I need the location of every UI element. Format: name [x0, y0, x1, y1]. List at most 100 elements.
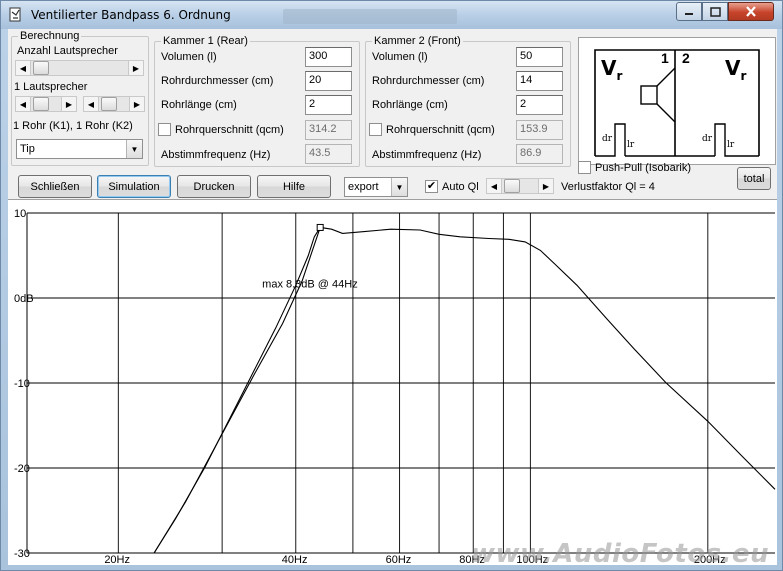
export-dropdown-value: export	[348, 181, 379, 193]
arrow-left-icon: ◀	[19, 99, 27, 109]
k1-rohrdurchmesser-label: Rohrdurchmesser (cm)	[161, 75, 274, 87]
k1-rohrlaenge-input[interactable]: 2	[305, 95, 352, 115]
scroll-right-button[interactable]: ▶	[61, 97, 76, 111]
peak-annotation: max 8.3dB @ 44Hz	[262, 278, 358, 290]
schliessen-button[interactable]: Schließen	[18, 175, 92, 198]
k2-abstimm-input[interactable]: 86.9	[516, 144, 563, 164]
frequency-response-chart: 10 0dB -10 -20 -30 20Hz 40Hz 60Hz 80Hz 100Hz 200Hz…	[8, 199, 777, 566]
rohr-k1-scrollbar[interactable]: ◀ ▶	[15, 96, 77, 112]
diagram-dr-right: dr	[702, 134, 713, 144]
arrow-left-icon: ◀	[490, 181, 498, 191]
chevron-down-icon: ▼	[130, 144, 139, 154]
k2-rohrlaenge-input[interactable]: 2	[516, 95, 563, 115]
scroll-thumb[interactable]	[504, 179, 520, 193]
diagram-chamber1-number: 1	[661, 50, 669, 66]
scroll-right-button[interactable]: ▶	[129, 97, 144, 111]
rohr-config-label: 1 Rohr (K1), 1 Rohr (K2)	[13, 120, 133, 132]
k2-rohrdurchmesser-input[interactable]: 14	[516, 71, 563, 91]
verlustfaktor-label: Verlustfaktor Ql = 4	[561, 181, 655, 193]
diagram-dr-left: dr	[602, 134, 613, 144]
k2-volumen-input[interactable]: 50	[516, 47, 563, 67]
x-tick-label: 40Hz	[282, 554, 308, 566]
arrow-left-icon: ◀	[87, 99, 95, 109]
chart-svg: 100dB-10-20-30 20Hz 40Hz 60Hz 80Hz 100Hz 200Hz…	[14, 208, 776, 566]
export-dropdown[interactable]: export ▼	[344, 177, 408, 197]
arrow-right-icon: ▶	[542, 181, 550, 191]
auto-ql-checkbox[interactable]: ✔	[425, 180, 438, 193]
ql-scrollbar[interactable]: ◀ ▶	[486, 178, 554, 194]
bandpass-diagram: Vr Vr 1 2 dr lr dr lr	[578, 37, 776, 165]
scroll-left-button[interactable]: ◀	[16, 61, 31, 75]
diagram-chamber2-number: 2	[682, 50, 690, 66]
y-tick-label: -20	[14, 463, 30, 475]
y-tick-label: 10	[14, 208, 26, 220]
lautsprecher-count-label: 1 Lautsprecher	[14, 81, 88, 93]
k2-abstimm-label: Abstimmfrequenz (Hz)	[372, 149, 482, 161]
x-tick-label: 20Hz	[104, 554, 130, 566]
k2-rohrquerschnitt-checkbox[interactable]	[369, 123, 382, 136]
tip-dropdown-value: Tip	[20, 143, 35, 155]
scroll-thumb[interactable]	[101, 97, 117, 111]
kammer1-legend: Kammer 1 (Rear)	[161, 35, 250, 47]
scroll-left-button[interactable]: ◀	[16, 97, 31, 111]
arrow-right-icon: ▶	[65, 99, 73, 109]
anzahl-lautsprecher-scrollbar[interactable]: ◀ ▶	[15, 60, 144, 76]
k1-rohrlaenge-label: Rohrlänge (cm)	[161, 99, 237, 111]
k1-rohrquerschnitt-input[interactable]: 314.2	[305, 120, 352, 140]
background-window-ghost	[283, 9, 457, 24]
berechnung-legend: Berechnung	[18, 30, 82, 42]
scroll-right-button[interactable]: ▶	[128, 61, 143, 75]
client-area: Berechnung Anzahl Lautsprecher ◀ ▶ 1 Lau…	[8, 29, 777, 566]
anzahl-lautsprecher-label: Anzahl Lautsprecher	[17, 45, 118, 57]
chevron-down-icon: ▼	[395, 182, 404, 192]
x-tick-label: 60Hz	[386, 554, 412, 566]
auto-ql-label: Auto Ql	[442, 181, 479, 193]
dropdown-button[interactable]: ▼	[391, 178, 407, 196]
k1-rohrquerschnitt-checkbox[interactable]	[158, 123, 171, 136]
close-button[interactable]	[728, 2, 774, 21]
arrow-right-icon: ▶	[132, 63, 140, 73]
arrow-right-icon: ▶	[133, 99, 141, 109]
scroll-left-button[interactable]: ◀	[487, 179, 502, 193]
kammer2-legend: Kammer 2 (Front)	[372, 35, 463, 47]
maximize-icon	[709, 6, 721, 17]
k1-abstimm-input[interactable]: 43.5	[305, 144, 352, 164]
k2-rohrlaenge-label: Rohrlänge (cm)	[372, 99, 448, 111]
app-icon	[9, 7, 21, 22]
diagram-lr-left: lr	[627, 140, 635, 150]
tip-dropdown[interactable]: Tip ▼	[16, 139, 143, 159]
pushpull-checkbox[interactable]	[578, 161, 591, 174]
diagram-vr-right: Vr	[725, 56, 747, 83]
k1-abstimm-label: Abstimmfrequenz (Hz)	[161, 149, 271, 161]
arrow-left-icon: ◀	[19, 63, 27, 73]
drucken-button[interactable]: Drucken	[177, 175, 251, 198]
scroll-thumb[interactable]	[33, 97, 49, 111]
minimize-button[interactable]	[676, 2, 702, 21]
maximize-button[interactable]	[702, 2, 728, 21]
k2-rohrdurchmesser-label: Rohrdurchmesser (cm)	[372, 75, 485, 87]
simulation-button[interactable]: Simulation	[97, 175, 171, 198]
rohr-k2-scrollbar[interactable]: ◀ ▶	[83, 96, 145, 112]
k1-volumen-input[interactable]: 300	[305, 47, 352, 67]
diagram-lr-right: lr	[727, 140, 735, 150]
window-title: Ventilierter Bandpass 6. Ordnung	[31, 8, 231, 22]
total-button[interactable]: total	[737, 167, 771, 190]
hilfe-button[interactable]: Hilfe	[257, 175, 331, 198]
title-bar[interactable]: Ventilierter Bandpass 6. Ordnung	[1, 1, 782, 29]
checkmark-icon: ✔	[426, 180, 437, 192]
peak-marker	[316, 223, 324, 231]
scroll-left-button[interactable]: ◀	[84, 97, 99, 111]
k2-rohrquerschnitt-input[interactable]: 153.9	[516, 120, 563, 140]
dropdown-button[interactable]: ▼	[126, 140, 142, 158]
scroll-right-button[interactable]: ▶	[538, 179, 553, 193]
y-tick-label: -30	[14, 548, 30, 560]
app-window: Ventilierter Bandpass 6. Ordnung Berechn…	[0, 0, 783, 571]
pushpull-label: Push-Pull (Isobarik)	[595, 162, 691, 174]
k1-rohrdurchmesser-input[interactable]: 20	[305, 71, 352, 91]
k2-rohrquerschnitt-label: Rohrquerschnitt (qcm)	[386, 124, 495, 136]
scroll-thumb[interactable]	[33, 61, 49, 75]
k2-volumen-label: Volumen (l)	[372, 51, 428, 63]
response-curve	[153, 226, 776, 554]
k1-volumen-label: Volumen (l)	[161, 51, 217, 63]
y-tick-label: -10	[14, 378, 30, 390]
